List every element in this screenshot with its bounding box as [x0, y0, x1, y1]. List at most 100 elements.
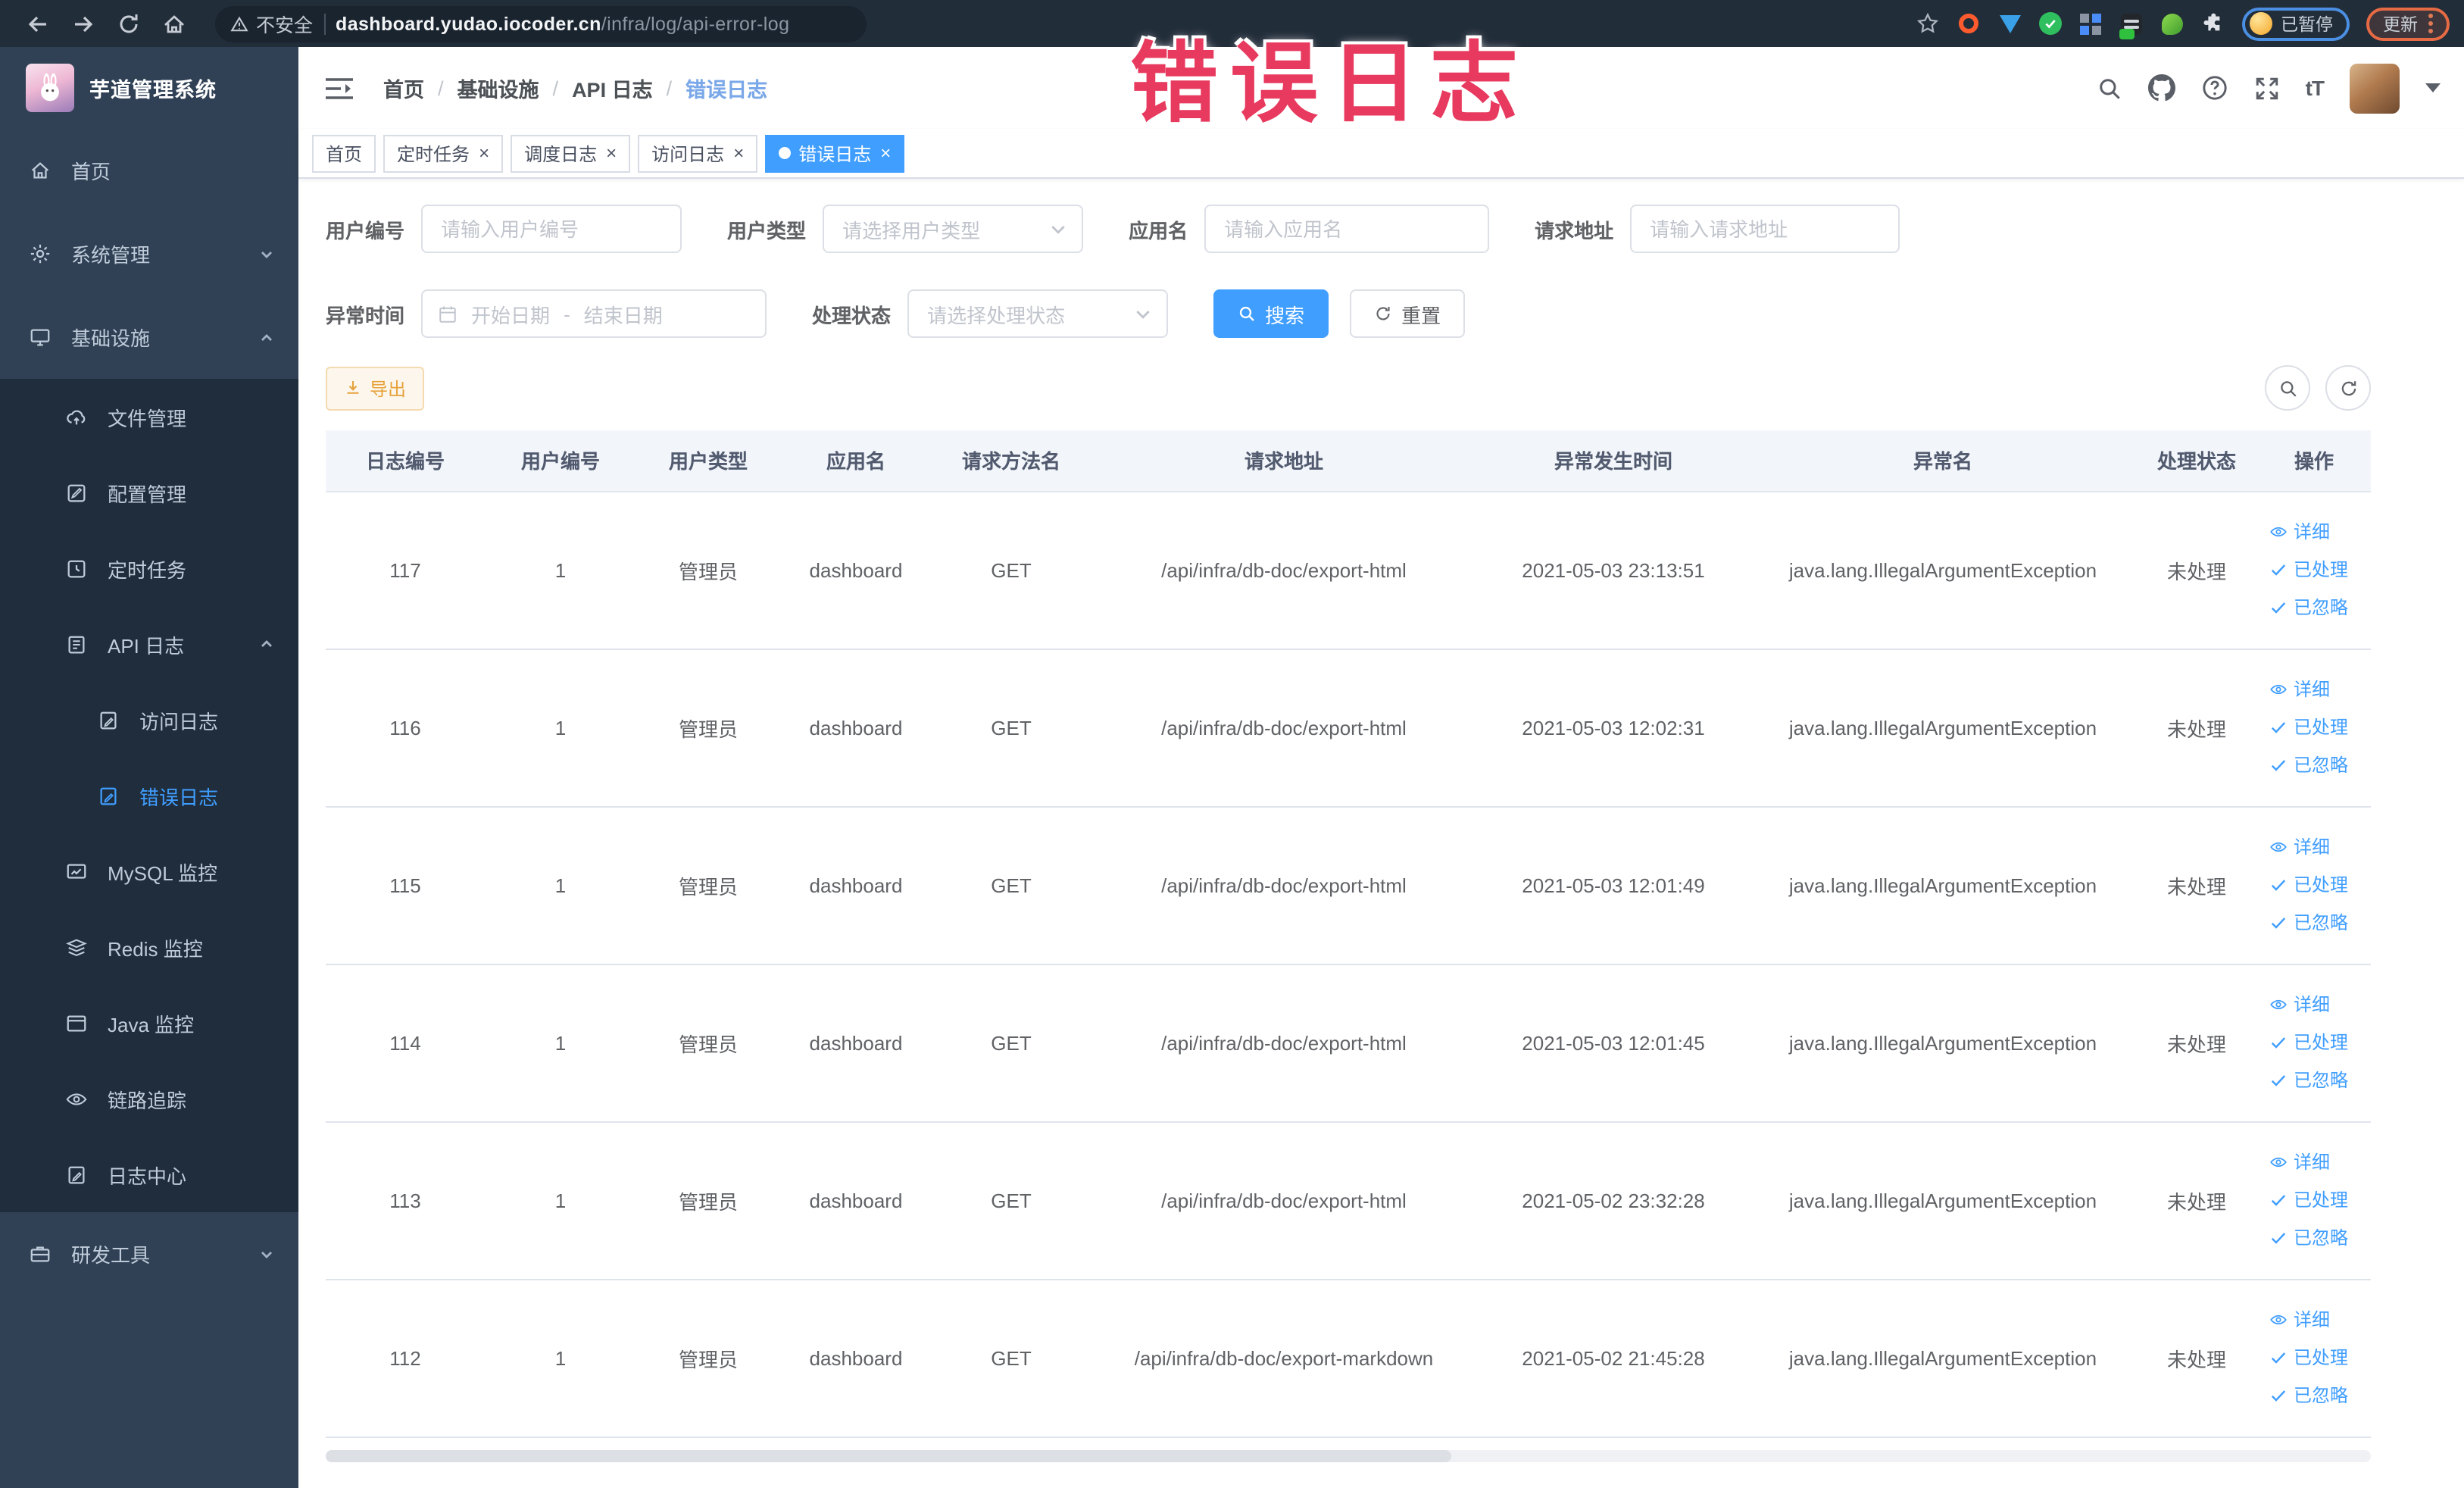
sidebar-item-log-center[interactable]: 日志中心 — [0, 1136, 298, 1212]
detail-link[interactable]: 详细 — [2269, 513, 2371, 551]
extensions-puzzle-icon[interactable] — [2200, 11, 2225, 36]
mark-processed-link[interactable]: 已处理 — [2269, 708, 2371, 746]
app-header: 首页 / 基础设施 / API 日志 / 错误日志 tT — [298, 47, 2464, 129]
breadcrumb-home[interactable]: 首页 — [383, 73, 424, 103]
sidebar-item-config-management[interactable]: 配置管理 — [0, 455, 298, 530]
cell-time: 2021-05-03 12:02:31 — [1477, 649, 1750, 807]
sidebar-item-system-management[interactable]: 系统管理 — [0, 212, 298, 295]
tab-access-log[interactable]: 访问日志 × — [638, 134, 758, 172]
mark-ignored-link[interactable]: 已忽略 — [2269, 1061, 2371, 1099]
sidebar-item-mysql-monitor[interactable]: MySQL 监控 — [0, 833, 298, 909]
github-icon[interactable] — [2147, 74, 2175, 102]
sidebar-item-home[interactable]: 首页 — [0, 129, 298, 212]
detail-link[interactable]: 详细 — [2269, 1301, 2371, 1339]
mark-processed-link[interactable]: 已处理 — [2269, 1181, 2371, 1219]
close-icon[interactable]: × — [733, 144, 744, 162]
briefcase-icon — [30, 1246, 50, 1262]
check-icon — [2271, 1233, 2286, 1244]
tab-home[interactable]: 首页 — [312, 134, 376, 172]
sidebar-item-redis-monitor[interactable]: Redis 监控 — [0, 909, 298, 985]
sidebar-item-java-monitor[interactable]: Java 监控 — [0, 985, 298, 1061]
search-toggle-button[interactable] — [2265, 365, 2310, 411]
detail-link[interactable]: 详细 — [2269, 1143, 2371, 1181]
app-name-input[interactable] — [1204, 205, 1490, 253]
reset-button[interactable]: 重置 — [1350, 289, 1466, 338]
fullscreen-icon[interactable] — [2254, 75, 2280, 101]
table-row: 114 1 管理员 dashboard GET/api/infra/db-doc/exp… — [326, 964, 2371, 1122]
mark-ignored-link[interactable]: 已忽略 — [2269, 904, 2371, 942]
mark-processed-link[interactable]: 已处理 — [2269, 866, 2371, 904]
mark-ignored-link[interactable]: 已忽略 — [2269, 746, 2371, 784]
extension-green-check-icon[interactable] — [2038, 12, 2061, 35]
help-icon[interactable] — [2201, 74, 2228, 102]
chevron-up-icon — [261, 333, 272, 340]
exception-time-range-picker[interactable]: 开始日期 - 结束日期 — [421, 289, 767, 338]
browser-reload-icon[interactable] — [109, 4, 148, 43]
tab-error-log[interactable]: 错误日志 × — [765, 134, 905, 172]
detail-link[interactable]: 详细 — [2269, 986, 2371, 1024]
detail-link[interactable]: 详细 — [2269, 828, 2371, 866]
browser-home-icon[interactable] — [155, 4, 194, 43]
mark-processed-link[interactable]: 已处理 — [2269, 1024, 2371, 1061]
extension-leaf-icon[interactable] — [2160, 11, 2184, 36]
user-menu-caret-icon[interactable] — [2425, 83, 2441, 92]
breadcrumb-api-log[interactable]: API 日志 — [572, 73, 653, 103]
search-button[interactable]: 搜索 — [1213, 289, 1329, 338]
font-size-icon[interactable]: tT — [2306, 76, 2325, 100]
horizontal-scrollbar[interactable] — [326, 1449, 2371, 1461]
sidebar-item-api-log[interactable]: API 日志 — [0, 606, 298, 682]
mark-processed-link[interactable]: 已处理 — [2269, 551, 2371, 589]
mark-processed-link[interactable]: 已处理 — [2269, 1339, 2371, 1377]
close-icon[interactable]: × — [479, 144, 489, 162]
close-icon[interactable]: × — [880, 144, 891, 162]
tag-views-bar: 首页 定时任务 × 调度日志 × 访问日志 × 错误日志 × — [298, 129, 2464, 179]
mark-ignored-link[interactable]: 已忽略 — [2269, 1219, 2371, 1257]
search-icon[interactable] — [2097, 75, 2122, 101]
security-warning[interactable]: 不安全 — [230, 9, 313, 38]
cell-status: 未处理 — [2136, 1279, 2257, 1437]
browser-back-icon[interactable] — [18, 4, 58, 43]
sidebar-item-error-log[interactable]: 错误日志 — [0, 758, 298, 833]
bookmark-star-icon[interactable] — [1916, 11, 1940, 36]
extension-grid-icon[interactable] — [2078, 11, 2102, 36]
extension-tampermonkey-icon[interactable] — [2119, 11, 2143, 39]
mark-ignored-link[interactable]: 已忽略 — [2269, 1377, 2371, 1415]
mark-ignored-link[interactable]: 已忽略 — [2269, 589, 2371, 627]
refresh-button[interactable] — [2325, 365, 2371, 411]
browser-forward-icon[interactable] — [64, 4, 103, 43]
sidebar-toggle-icon[interactable] — [317, 65, 362, 111]
cell-url: /api/infra/db-doc/export-html — [1091, 964, 1477, 1122]
close-icon[interactable]: × — [606, 144, 617, 162]
sidebar-item-file-management[interactable]: 文件管理 — [0, 379, 298, 455]
sidebar-item-scheduled-tasks[interactable]: 定时任务 — [0, 530, 298, 606]
sidebar-item-dev-tools[interactable]: 研发工具 — [0, 1212, 298, 1296]
detail-link[interactable]: 详细 — [2269, 671, 2371, 708]
sidebar-item-infrastructure[interactable]: 基础设施 — [0, 295, 298, 379]
app-logo[interactable]: 芋道管理系统 — [0, 47, 298, 129]
extension-orange-icon[interactable] — [1957, 11, 1981, 36]
user-id-input[interactable] — [421, 205, 682, 253]
browser-update-button[interactable]: 更新 — [2366, 7, 2450, 40]
cell-user_type: 管理员 — [636, 964, 780, 1122]
eye-icon — [2270, 527, 2287, 537]
breadcrumb-infrastructure[interactable]: 基础设施 — [458, 73, 539, 103]
breadcrumb-current: 错误日志 — [685, 79, 768, 102]
avatar[interactable] — [2350, 63, 2400, 113]
paused-extension-pill[interactable]: 已暂停 — [2241, 7, 2350, 40]
sidebar-item-tracing[interactable]: 链路追踪 — [0, 1061, 298, 1136]
process-status-select[interactable]: 请选择处理状态 — [907, 289, 1169, 338]
user-type-select[interactable]: 请选择用户类型 — [823, 205, 1084, 253]
request-url-input[interactable] — [1630, 205, 1900, 253]
address-bar[interactable]: 不安全 dashboard.yudao.iocoder.cn/infra/log… — [215, 5, 867, 42]
user-id-label: 用户编号 — [326, 219, 405, 242]
tab-scheduled-tasks[interactable]: 定时任务 × — [383, 134, 504, 172]
browser-menu-dots-icon[interactable] — [2428, 14, 2433, 33]
cell-status: 未处理 — [2136, 649, 2257, 807]
export-button[interactable]: 导出 — [326, 366, 425, 410]
eye-icon — [2270, 999, 2287, 1010]
sidebar: 芋道管理系统 首页 系统管理 基础设施 文件管理 配置管理 定时任务 API 日… — [0, 47, 298, 1488]
tab-schedule-log[interactable]: 调度日志 × — [511, 134, 631, 172]
extension-blue-icon[interactable] — [1997, 11, 2022, 36]
document-pen-icon — [68, 1165, 85, 1183]
sidebar-item-access-log[interactable]: 访问日志 — [0, 682, 298, 758]
